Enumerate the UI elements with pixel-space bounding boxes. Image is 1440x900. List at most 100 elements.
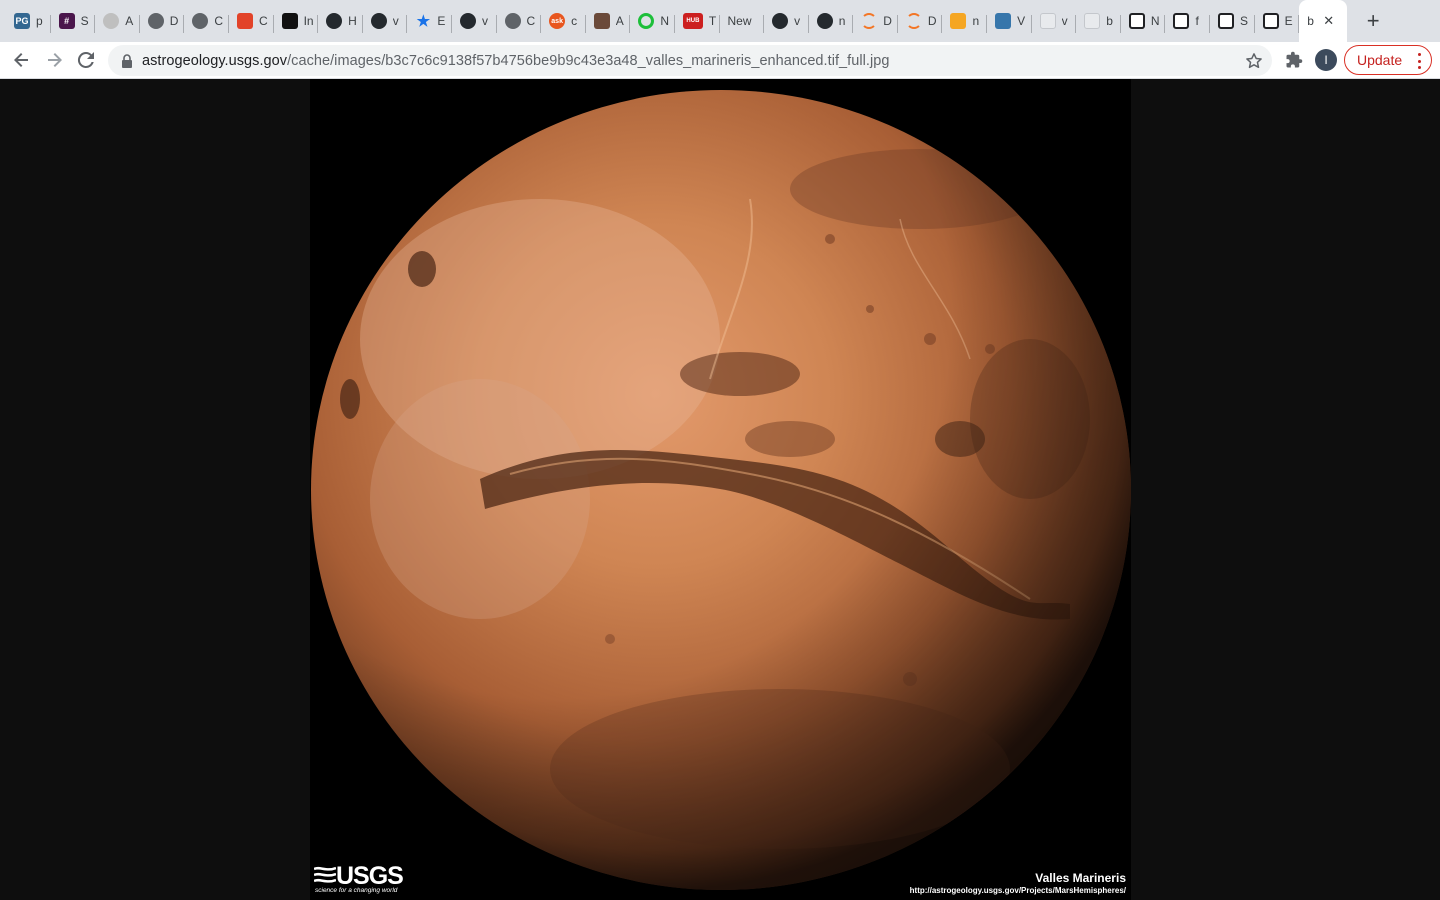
arrow-right-icon: [48, 53, 62, 67]
browser-tab[interactable]: D: [898, 0, 943, 42]
browser-tab[interactable]: E: [1255, 0, 1300, 42]
profile-avatar[interactable]: I: [1315, 49, 1337, 71]
github-icon: [326, 13, 343, 29]
browser-tab[interactable]: n: [942, 0, 987, 42]
update-button[interactable]: Update: [1344, 45, 1432, 75]
star-icon: ★: [416, 13, 431, 29]
cube-icon: [1039, 13, 1056, 29]
github-icon: [370, 13, 387, 29]
usgs-tagline: science for a changing world: [315, 887, 398, 894]
ring-icon: [638, 13, 655, 29]
active-tab[interactable]: b ✕: [1299, 0, 1348, 42]
lock-icon[interactable]: [120, 53, 134, 68]
browser-tab[interactable]: D: [140, 0, 185, 42]
browser-tab[interactable]: H: [318, 0, 363, 42]
browser-tab[interactable]: v: [764, 0, 809, 42]
browser-tab[interactable]: v: [452, 0, 497, 42]
tab-title: S: [80, 14, 89, 28]
tab-title: D: [883, 14, 892, 28]
jupyter-icon: [905, 13, 922, 29]
browser-toolbar: astrogeology.usgs.gov/cache/images/b3c7c…: [0, 42, 1440, 79]
tab-title: T: [708, 14, 717, 28]
browser-tab[interactable]: # S: [51, 0, 96, 42]
browser-tab[interactable]: v: [1032, 0, 1077, 42]
caption-url: http://astrogeology.usgs.gov/Projects/Ma…: [909, 886, 1126, 895]
new-tab-button[interactable]: +: [1355, 0, 1391, 42]
browser-tab[interactable]: D: [853, 0, 898, 42]
browser-tab[interactable]: S: [1210, 0, 1255, 42]
tab-title: n: [838, 14, 846, 28]
browser-tab[interactable]: ask c: [541, 0, 586, 42]
url-text[interactable]: astrogeology.usgs.gov/cache/images/b3c7c…: [142, 53, 889, 69]
browser-tab[interactable]: ★ E: [407, 0, 452, 42]
wave-icon: [1173, 13, 1190, 29]
more-menu-icon[interactable]: [1417, 53, 1421, 69]
browser-tab[interactable]: v: [363, 0, 408, 42]
pg-icon: PG: [14, 13, 30, 29]
tab-title: C: [258, 14, 268, 28]
browser-tab[interactable]: V: [987, 0, 1032, 42]
tab-title: V: [1017, 14, 1026, 28]
python-icon: [995, 13, 1012, 29]
github-icon: [772, 13, 789, 29]
slack-icon: #: [58, 13, 75, 29]
browser-tab[interactable]: A: [95, 0, 140, 42]
browser-tab[interactable]: A: [586, 0, 631, 42]
tab-title: D: [169, 14, 179, 28]
tab-title: v: [481, 14, 488, 28]
wave-icon: [1262, 13, 1279, 29]
usgs-logo: USGS science for a changing world: [314, 862, 406, 897]
usgs-wave-icon: [314, 866, 336, 883]
tab-title: b: [1307, 14, 1314, 28]
update-label: Update: [1357, 52, 1403, 68]
browser-tab[interactable]: HUB T: [675, 0, 720, 42]
page-viewport: USGS science for a changing world Valles…: [0, 79, 1440, 900]
image-caption: Valles Marineris http://astrogeology.usg…: [910, 871, 1126, 895]
browser-tab[interactable]: C: [184, 0, 229, 42]
tab-title: New: [727, 14, 752, 28]
browser-tab[interactable]: N: [1121, 0, 1166, 42]
browser-tab[interactable]: New: [720, 0, 765, 42]
wave-icon: [1128, 13, 1145, 29]
clock-icon: [103, 13, 120, 29]
reload-icon: [77, 51, 94, 68]
tab-title: c: [571, 14, 578, 28]
mars-image[interactable]: USGS science for a changing world Valles…: [310, 79, 1131, 900]
arrow-left-icon: [14, 53, 28, 67]
extensions-puzzle-icon[interactable]: [1283, 49, 1305, 71]
ask-icon: ask: [549, 13, 566, 29]
tab-title: v: [794, 14, 801, 28]
globe-icon: [147, 13, 164, 29]
tab-title: D: [927, 14, 937, 28]
tab-title: H: [348, 14, 357, 28]
globe-icon: [504, 13, 521, 29]
bookmark-star-icon[interactable]: [1244, 51, 1264, 71]
tab-title: A: [125, 14, 134, 28]
close-tab-icon[interactable]: ✕: [1323, 13, 1334, 29]
tab-title: N: [1150, 14, 1160, 28]
url-path: /cache/images/b3c7c6c9138f57b4756be9b9c4…: [287, 52, 890, 69]
browser-tab[interactable]: n: [809, 0, 854, 42]
tab-strip: PG p # S A D C C In Hv ★ Ev Cask c A N HUB T New v n D Dn Vv b Nf…: [0, 0, 1440, 42]
jupyter-icon: [861, 13, 878, 29]
tab-title: S: [1240, 14, 1249, 28]
url-host: astrogeology.usgs.gov: [142, 52, 288, 69]
wave-icon: [1218, 13, 1235, 29]
browser-tab[interactable]: b: [1076, 0, 1121, 42]
notebook-icon: [950, 13, 967, 29]
forward-button[interactable]: [38, 44, 70, 76]
back-button[interactable]: [6, 44, 38, 76]
browser-tab[interactable]: In: [274, 0, 319, 42]
browser-tab[interactable]: N: [630, 0, 675, 42]
mars-globe-image: [310, 79, 1131, 900]
github-icon: [816, 13, 833, 29]
browser-tab[interactable]: C: [229, 0, 274, 42]
bookmark-icon: [281, 13, 298, 29]
browser-tab[interactable]: f: [1165, 0, 1210, 42]
tab-title: v: [1061, 14, 1068, 28]
reload-button[interactable]: [70, 44, 102, 76]
gitlab-icon: [236, 13, 253, 29]
browser-tab[interactable]: PG p: [6, 0, 51, 42]
address-bar[interactable]: astrogeology.usgs.gov/cache/images/b3c7c…: [108, 45, 1272, 76]
browser-tab[interactable]: C: [497, 0, 542, 42]
